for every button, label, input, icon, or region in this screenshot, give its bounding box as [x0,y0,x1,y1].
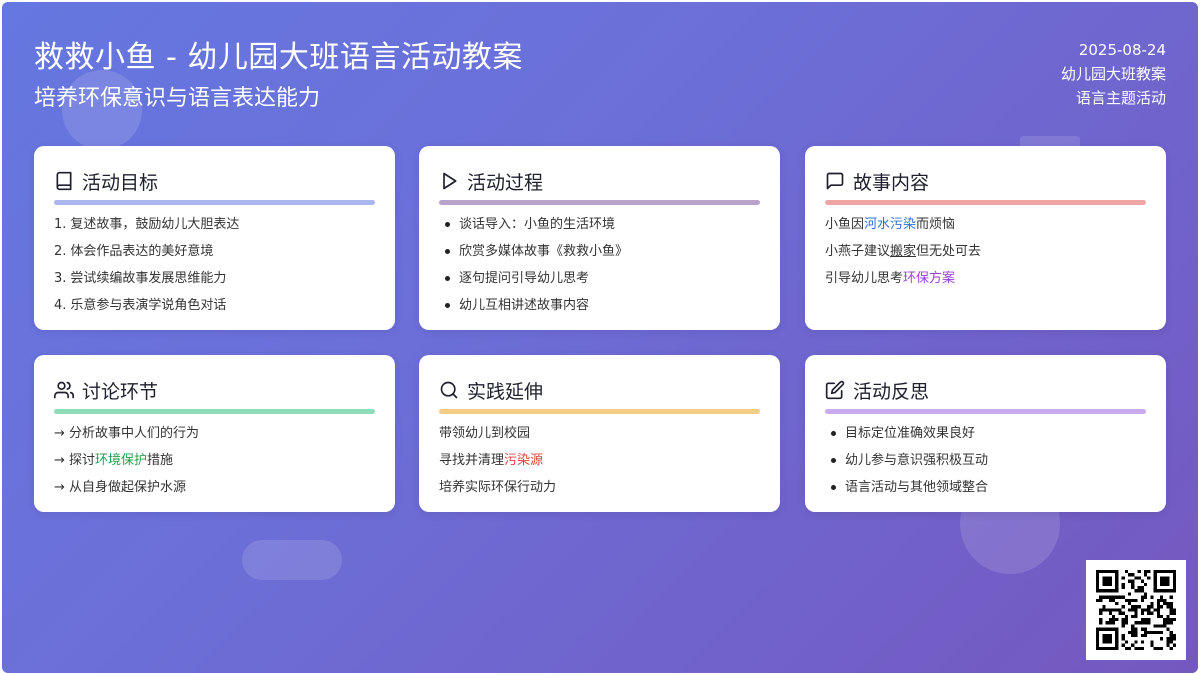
card-accent-bar [439,409,760,414]
discussion-list: → 分析故事中人们的行为 → 探讨环境保护措施 → 从自身做起保护水源 [54,420,375,501]
card-accent-bar [54,200,375,205]
goals-list: 1. 复述故事，鼓励幼儿大胆表达 2. 体会作品表达的美好意境 3. 尝试续编故事发展… [54,211,375,319]
list-item: 幼儿参与意识强积极互动 [825,447,1146,474]
list-item: 4. 乐意参与表演学说角色对话 [54,298,227,313]
date-label: 2025-08-24 [1078,41,1166,59]
qr-code-icon [1096,570,1176,650]
card-practice-extension: 实践延伸 带领幼儿到校园 寻找并清理污染源 培养实际环保行动力 [419,355,780,512]
list-item: 带领幼儿到校园 [439,426,531,441]
story-list: 小鱼因河水污染而烦恼 小燕子建议搬家但无处可去 引导幼儿思考环保方案 [825,211,1146,292]
users-icon [54,380,74,400]
card-activity-reflection: 活动反思 目标定位准确效果良好 幼儿参与意识强积极互动 语言活动与其他领域整合 [805,355,1166,512]
list-item: 谈话导入：小鱼的生活环境 [439,211,760,238]
page-background: 救救小鱼 - 幼儿园大班语言活动教案 培养环保意识与语言表达能力 2025-08… [2,2,1198,673]
list-item: 幼儿互相讲述故事内容 [439,292,760,319]
list-item: → 从自身做起保护水源 [54,480,187,495]
card-activity-goals: 活动目标 1. 复述故事，鼓励幼儿大胆表达 2. 体会作品表达的美好意境 3. 尝试续… [34,146,395,330]
list-item: 小鱼因河水污染而烦恼 [825,217,956,232]
card-accent-bar [439,200,760,205]
card-title: 活动目标 [82,171,159,194]
meta-theme: 语言主题活动 [1075,89,1166,107]
card-title: 活动过程 [467,171,544,194]
list-item: 小燕子建议搬家但无处可去 [825,244,982,259]
list-item: 语言活动与其他领域整合 [825,474,1146,501]
header-meta: 2025-08-24 幼儿园大班教案 语言主题活动 [1061,38,1166,110]
list-item: 引导幼儿思考环保方案 [825,271,956,286]
card-title: 实践延伸 [467,380,544,403]
card-title: 讨论环节 [82,380,159,403]
list-item: 逐句提问引导幼儿思考 [439,265,760,292]
list-item: → 探讨环境保护措施 [54,453,174,468]
decor-pill [242,540,342,580]
process-list: 谈话导入：小鱼的生活环境 欣赏多媒体故事《救救小鱼》 逐句提问引导幼儿思考 幼儿… [439,211,760,319]
list-item: 1. 复述故事，鼓励幼儿大胆表达 [54,217,240,232]
qr-code[interactable] [1086,560,1186,660]
card-discussion: 讨论环节 → 分析故事中人们的行为 → 探讨环境保护措施 → 从自身做起保护水源 [34,355,395,512]
practice-list: 带领幼儿到校园 寻找并清理污染源 培养实际环保行动力 [439,420,760,501]
card-accent-bar [825,200,1146,205]
page-title: 救救小鱼 - 幼儿园大班语言活动教案 [34,40,523,75]
card-story-content: 故事内容 小鱼因河水污染而烦恼 小燕子建议搬家但无处可去 引导幼儿思考环保方案 [805,146,1166,330]
list-item: 培养实际环保行动力 [439,480,557,495]
card-title: 故事内容 [853,171,930,194]
list-item: 欣赏多媒体故事《救救小鱼》 [439,238,760,265]
reflection-list: 目标定位准确效果良好 幼儿参与意识强积极互动 语言活动与其他领域整合 [825,420,1146,501]
page-subtitle: 培养环保意识与语言表达能力 [34,86,321,111]
card-accent-bar [54,409,375,414]
list-item: 目标定位准确效果良好 [825,420,1146,447]
card-accent-bar [825,409,1146,414]
meta-category: 幼儿园大班教案 [1060,65,1166,83]
list-item: → 分析故事中人们的行为 [54,426,200,441]
card-activity-process: 活动过程 谈话导入：小鱼的生活环境 欣赏多媒体故事《救救小鱼》 逐句提问引导幼儿… [419,146,780,330]
edit-icon [825,380,845,400]
list-item: 寻找并清理污染源 [439,453,544,468]
list-item: 2. 体会作品表达的美好意境 [54,244,214,259]
message-icon [825,171,845,191]
search-icon [439,380,459,400]
list-item: 3. 尝试续编故事发展思维能力 [54,271,227,286]
play-icon [439,171,459,191]
book-icon [54,171,74,191]
card-title: 活动反思 [853,380,930,403]
